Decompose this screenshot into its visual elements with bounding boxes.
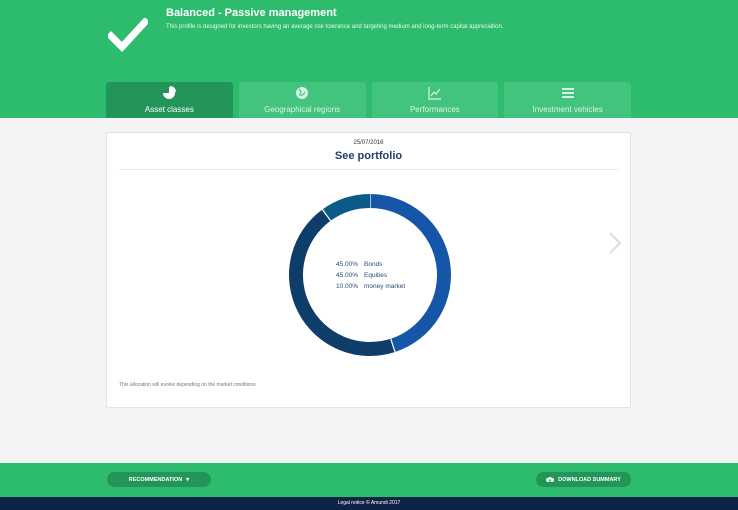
- donut-slice-money-market[interactable]: [322, 194, 371, 221]
- line-chart-icon: [428, 87, 441, 100]
- tab-bar: Asset classes Geographical regions Perfo…: [106, 82, 631, 118]
- list-icon: [561, 88, 574, 98]
- legend-percent: 45.00%: [336, 261, 359, 268]
- recommendation-button[interactable]: RECOMMENDATION ▾: [107, 472, 211, 487]
- pie-chart-icon: [163, 86, 177, 99]
- tab-asset-classes[interactable]: Asset classes: [106, 82, 233, 118]
- legend-percent: 45.00%: [336, 272, 359, 279]
- legend-row-money-market: 10.00% money market: [336, 281, 405, 292]
- tab-label: Performances: [409, 105, 460, 114]
- profile-title: Balanced - Passive management: [166, 7, 337, 19]
- tab-performances[interactable]: Performances: [371, 82, 499, 118]
- recommendation-label: RECOMMENDATION: [128, 476, 183, 483]
- legal-notice-link[interactable]: Legal notice © Amundi 2017: [338, 500, 401, 506]
- profile-description: This profile is designed for investors h…: [166, 24, 504, 30]
- tab-label: Asset classes: [144, 105, 194, 114]
- allocation-note: This allocation will evolve depending on…: [119, 382, 256, 388]
- chevron-down-icon: ▾: [186, 477, 190, 483]
- footer-bar: RECOMMENDATION ▾ DOWNLOAD SUMMARY: [0, 463, 738, 497]
- portfolio-date: 25/07/2016: [353, 140, 384, 146]
- tab-label: Investment vehicles: [532, 105, 603, 114]
- legend-label: money market: [364, 283, 406, 290]
- legend-row-bonds: 45.00% Bonds: [336, 259, 405, 270]
- tab-investment-vehicles[interactable]: Investment vehicles: [504, 82, 631, 118]
- legend-row-equities: 45.00% Equities: [336, 270, 405, 281]
- allocation-legend: 45.00% Bonds 45.00% Equities 10.00% mone…: [336, 259, 405, 292]
- chevron-right-icon[interactable]: [608, 231, 622, 255]
- globe-icon: [296, 87, 309, 99]
- download-summary-button[interactable]: DOWNLOAD SUMMARY: [536, 472, 631, 487]
- legend-label: Equities: [364, 272, 388, 279]
- divider: [119, 169, 619, 170]
- portfolio-title: See portfolio: [334, 150, 403, 162]
- download-label: DOWNLOAD SUMMARY: [558, 476, 621, 483]
- tab-geographical-regions[interactable]: Geographical regions: [238, 82, 366, 118]
- legend-label: Bonds: [364, 261, 383, 268]
- legal-bar: Legal notice © Amundi 2017: [0, 497, 738, 510]
- portfolio-card: 25/07/2016 See portfolio 45.00% Bonds 45…: [106, 132, 631, 408]
- checkmark-icon: [108, 18, 148, 52]
- tab-label: Geographical regions: [264, 105, 341, 114]
- profile-header: Balanced - Passive management This profi…: [0, 0, 738, 118]
- cloud-download-icon: [546, 477, 555, 483]
- legend-percent: 10.00%: [336, 283, 359, 290]
